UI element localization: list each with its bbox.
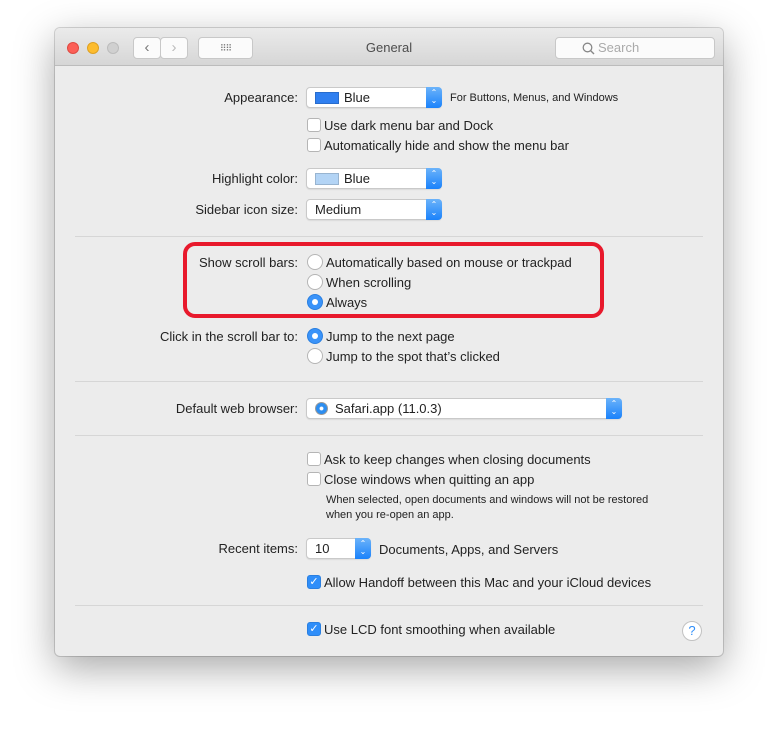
close-windows-label: Close windows when quitting an app — [324, 472, 535, 487]
auto-hide-checkbox[interactable] — [307, 138, 321, 152]
browser-value: Safari.app (11.0.3) — [335, 401, 442, 416]
divider — [75, 236, 703, 237]
safari-icon — [315, 402, 328, 415]
updown-arrows-icon: ⌃ ⌄ — [606, 398, 622, 419]
highlight-label: Highlight color: — [212, 171, 298, 186]
sidebar-icon-popup[interactable]: Medium ⌃ ⌄ — [306, 199, 442, 220]
recent-items-popup[interactable]: 10 ⌃ ⌄ — [306, 538, 371, 559]
scroll-when-scrolling-radio[interactable] — [307, 274, 323, 290]
dark-menu-label: Use dark menu bar and Dock — [324, 118, 494, 133]
scroll-auto-label: Automatically based on mouse or trackpad — [326, 255, 572, 270]
checkmark-icon: ✓ — [309, 576, 319, 588]
highlight-popup[interactable]: Blue ⌃ ⌄ — [306, 168, 442, 189]
scroll-always-radio[interactable] — [307, 294, 323, 310]
updown-arrows-icon: ⌃ ⌄ — [426, 87, 442, 108]
handoff-label: Allow Handoff between this Mac and your … — [324, 575, 652, 590]
search-icon — [582, 42, 595, 55]
appearance-note: For Buttons, Menus, and Windows — [450, 92, 619, 104]
recent-items-value: 10 — [315, 541, 330, 556]
blue-swatch — [315, 92, 339, 104]
recent-items-suffix: Documents, Apps, and Servers — [379, 542, 559, 557]
scroll-click-label: Click in the scroll bar to: — [160, 329, 298, 344]
sidebar-icon-label: Sidebar icon size: — [195, 202, 298, 217]
updown-arrows-icon: ⌃ ⌄ — [426, 168, 442, 189]
highlight-value: Blue — [344, 171, 371, 186]
search-placeholder: Search — [598, 40, 640, 55]
divider — [75, 435, 703, 436]
next-page-radio[interactable] — [307, 328, 323, 344]
title-bar: ‹ › ⠿⠿ General Search — [55, 28, 723, 66]
updown-arrows-icon: ⌃ ⌄ — [426, 199, 442, 220]
lcd-label: Use LCD font smoothing when available — [324, 622, 556, 637]
search-field[interactable]: Search — [555, 37, 715, 59]
close-windows-note-2: when you re-open an app. — [326, 509, 454, 521]
appearance-label: Appearance: — [224, 90, 298, 105]
divider — [75, 381, 703, 382]
divider — [75, 605, 703, 606]
scroll-when-scrolling-label: When scrolling — [326, 275, 412, 290]
general-preferences-window: ‹ › ⠿⠿ General Search Appearance: Blue ⌃ ⌄… — [55, 28, 723, 656]
checkmark-icon: ✓ — [309, 623, 319, 635]
light-blue-swatch — [315, 173, 339, 185]
ask-keep-checkbox[interactable] — [307, 452, 321, 466]
dark-menu-checkbox[interactable] — [307, 118, 321, 132]
lcd-checkbox[interactable]: ✓ — [307, 622, 321, 636]
scroll-bars-label: Show scroll bars: — [199, 255, 298, 270]
handoff-checkbox[interactable]: ✓ — [307, 575, 321, 589]
spot-clicked-radio[interactable] — [307, 348, 323, 364]
auto-hide-label: Automatically hide and show the menu bar — [324, 138, 569, 153]
sidebar-icon-value: Medium — [315, 202, 362, 217]
close-windows-note-1: When selected, open documents and window… — [326, 494, 649, 506]
browser-popup[interactable]: Safari.app (11.0.3) ⌃ ⌄ — [306, 398, 622, 419]
appearance-popup[interactable]: Blue ⌃ ⌄ — [306, 87, 442, 108]
help-button[interactable]: ? — [682, 621, 702, 641]
appearance-value: Blue — [344, 90, 371, 105]
scroll-auto-radio[interactable] — [307, 254, 323, 270]
ask-keep-label: Ask to keep changes when closing documen… — [324, 452, 591, 467]
spot-clicked-label: Jump to the spot that’s clicked — [326, 349, 500, 364]
scroll-always-label: Always — [326, 295, 368, 310]
next-page-label: Jump to the next page — [326, 329, 455, 344]
browser-label: Default web browser: — [175, 401, 298, 416]
recent-items-label: Recent items: — [218, 541, 298, 556]
close-windows-checkbox[interactable] — [307, 472, 321, 486]
updown-arrows-icon: ⌃ ⌄ — [355, 538, 371, 559]
